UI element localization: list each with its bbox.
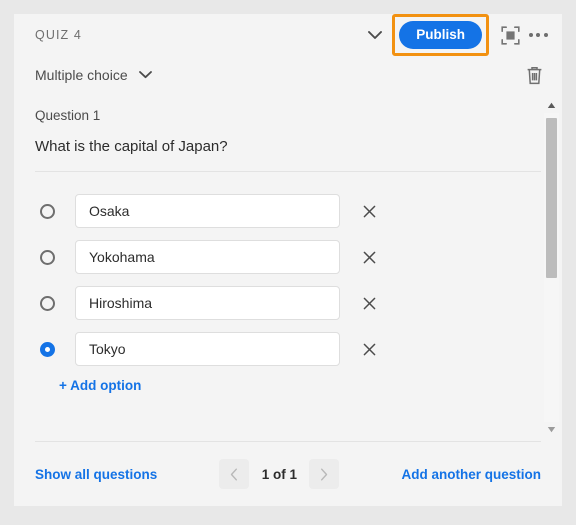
option-radio-2[interactable]	[40, 296, 55, 311]
question-heading-area: Question 1 What is the capital of Japan?	[14, 94, 562, 171]
expand-fullscreen-icon[interactable]	[496, 21, 524, 49]
options-list: Osaka Yokohama H	[14, 172, 562, 395]
option-remove-close-x-icon-2[interactable]	[358, 292, 380, 314]
quiz-footer: Show all questions 1 of 1 Add another qu…	[14, 442, 562, 506]
trash-icon[interactable]	[520, 61, 548, 89]
add-another-question-link[interactable]: Add another question	[402, 467, 542, 482]
question-type-toolbar: Multiple choice	[14, 56, 562, 94]
collapse-chevron-down-icon[interactable]	[362, 22, 388, 48]
option-row: Yokohama	[14, 234, 562, 280]
option-input-2[interactable]: Hiroshima	[75, 286, 340, 320]
add-option-button[interactable]: + Add option	[59, 378, 141, 393]
option-radio-0[interactable]	[40, 204, 55, 219]
dot-1	[529, 33, 533, 37]
question-body: Question 1 What is the capital of Japan?…	[14, 94, 562, 441]
option-row: Hiroshima	[14, 280, 562, 326]
option-row: Tokyo	[14, 326, 562, 372]
pagination: 1 of 1	[157, 459, 401, 489]
dot-2	[536, 33, 540, 37]
options-scrollbar[interactable]	[544, 98, 559, 437]
pagination-count-label: 1 of 1	[259, 467, 299, 482]
option-radio-1[interactable]	[40, 250, 55, 265]
option-input-1[interactable]: Yokohama	[75, 240, 340, 274]
more-dots	[529, 33, 548, 37]
publish-button[interactable]: Publish	[399, 21, 482, 49]
question-type-chevron-down-icon[interactable]	[134, 63, 158, 87]
scrollbar-track[interactable]	[544, 113, 559, 422]
quiz-title: QUIZ 4	[35, 28, 82, 42]
option-input-0[interactable]: Osaka	[75, 194, 340, 228]
option-remove-close-x-icon-3[interactable]	[358, 338, 380, 360]
option-radio-3[interactable]	[40, 342, 55, 357]
pagination-next-chevron-right-icon[interactable]	[309, 459, 339, 489]
pagination-prev-chevron-left-icon[interactable]	[219, 459, 249, 489]
show-all-questions-link[interactable]: Show all questions	[35, 467, 157, 482]
more-options-icon[interactable]	[524, 21, 552, 49]
quiz-header: QUIZ 4 Publish	[14, 14, 562, 56]
option-input-3[interactable]: Tokyo	[75, 332, 340, 366]
question-type-label[interactable]: Multiple choice	[35, 67, 128, 83]
option-row: Osaka	[14, 188, 562, 234]
option-remove-close-x-icon-0[interactable]	[358, 200, 380, 222]
scrollbar-triangle-down-icon[interactable]	[544, 422, 559, 437]
scrollbar-triangle-up-icon[interactable]	[544, 98, 559, 113]
quiz-editor-card: QUIZ 4 Publish	[14, 14, 562, 506]
dot-3	[544, 33, 548, 37]
option-remove-close-x-icon-1[interactable]	[358, 246, 380, 268]
scrollbar-thumb[interactable]	[546, 118, 557, 278]
question-text-field[interactable]: What is the capital of Japan?	[35, 138, 541, 171]
question-number-label: Question 1	[35, 108, 541, 123]
publish-highlight-box: Publish	[392, 14, 489, 56]
